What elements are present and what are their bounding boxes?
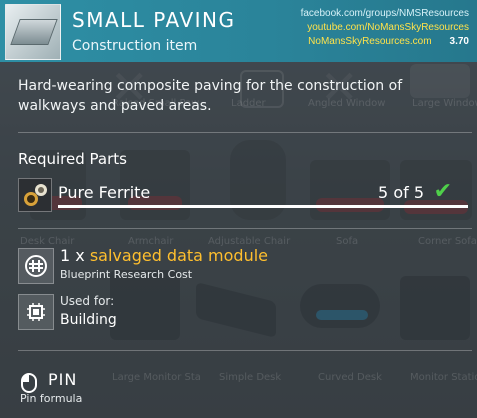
divider bbox=[18, 350, 472, 351]
version-label: 3.70 bbox=[449, 36, 469, 47]
blueprint-cost-row: 1 x salvaged data module Blueprint Resea… bbox=[18, 246, 458, 284]
chip-icon bbox=[18, 294, 54, 330]
part-count: 5 of 5 bbox=[378, 183, 424, 202]
blueprint-cost-label: Blueprint Research Cost bbox=[60, 268, 193, 281]
part-name: Pure Ferrite bbox=[58, 183, 151, 202]
used-for-row: Used for: Building bbox=[18, 294, 458, 330]
small-paving-thumbnail bbox=[5, 4, 61, 60]
item-category: Construction item bbox=[72, 38, 198, 54]
used-for-value: Building bbox=[60, 312, 117, 328]
tooltip-header: SMALL PAVING Construction item facebook.… bbox=[0, 0, 477, 62]
data-module-icon bbox=[18, 248, 54, 284]
pure-ferrite-icon bbox=[18, 178, 52, 212]
divider bbox=[18, 228, 472, 229]
credit-youtube: youtube.com/NoMansSkyResources bbox=[307, 22, 469, 33]
pin-title: PIN bbox=[48, 370, 78, 389]
credit-site-row: NoMansSkyResources.com 3.70 bbox=[301, 35, 469, 49]
credit-site: NoMansSkyResources.com bbox=[308, 36, 432, 47]
cost-quantity: 1 x bbox=[60, 246, 85, 265]
part-progress-fill bbox=[58, 205, 468, 208]
blueprint-cost-line: 1 x salvaged data module bbox=[60, 246, 268, 265]
pin-formula-action[interactable]: PIN Pin formula bbox=[18, 370, 218, 410]
item-description: Hard-wearing composite paving for the co… bbox=[18, 78, 403, 114]
required-parts-heading: Required Parts bbox=[18, 150, 127, 168]
part-progress-bar bbox=[58, 205, 468, 208]
checkmark-icon: ✔ bbox=[433, 179, 452, 204]
credits: facebook.com/groups/NMSResources youtube… bbox=[301, 7, 469, 49]
pin-subtitle: Pin formula bbox=[20, 392, 83, 405]
item-title: SMALL PAVING bbox=[72, 8, 236, 32]
divider bbox=[18, 132, 472, 133]
credit-facebook: facebook.com/groups/NMSResources bbox=[300, 8, 469, 19]
paving-tile-icon bbox=[10, 19, 58, 45]
cost-item-name: salvaged data module bbox=[89, 246, 269, 265]
used-for-label: Used for: bbox=[60, 294, 115, 308]
required-part-row: Pure Ferrite 5 of 5 ✔ bbox=[18, 178, 468, 212]
mouse-icon bbox=[21, 373, 37, 393]
